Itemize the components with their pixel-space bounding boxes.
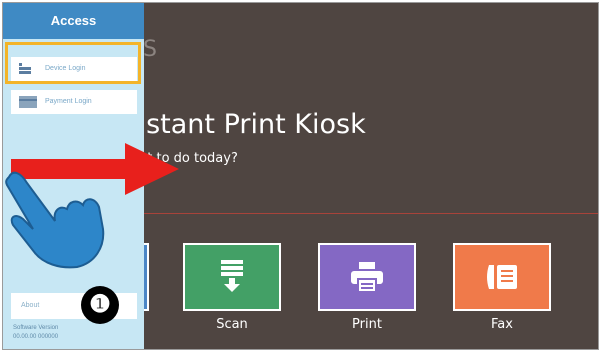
title-divider [143, 213, 598, 214]
footer-line: 00.00.00 000000 [13, 334, 59, 340]
payment-login-label: Payment Login [45, 98, 92, 105]
print-tile[interactable] [318, 243, 416, 311]
about-label: About [21, 302, 40, 309]
scan-icon [221, 260, 243, 292]
card-icon [19, 96, 37, 108]
page-title: nstant Print Kiosk [129, 109, 366, 140]
logo-fragment: S [143, 37, 157, 62]
scan-label: Scan [216, 317, 248, 332]
fax-tile[interactable] [453, 243, 551, 311]
print-label: Print [352, 317, 382, 332]
sidebar-footer: Software Version 00.00.00 000000 [13, 324, 58, 342]
device-login-highlight [5, 42, 141, 84]
payment-login-button[interactable]: Payment Login [11, 90, 137, 114]
scan-tile[interactable] [183, 243, 281, 311]
kiosk-screen: S nstant Print Kiosk nt to do today? Sca… [3, 3, 598, 349]
sidebar-header: Access [3, 3, 144, 39]
pointing-hand-icon [5, 171, 105, 269]
fax-label: Fax [491, 317, 513, 332]
footer-line: Software Version [13, 325, 59, 331]
fax-icon [487, 265, 517, 289]
step-number-badge: ❶ [81, 286, 119, 324]
printer-icon [351, 262, 383, 292]
